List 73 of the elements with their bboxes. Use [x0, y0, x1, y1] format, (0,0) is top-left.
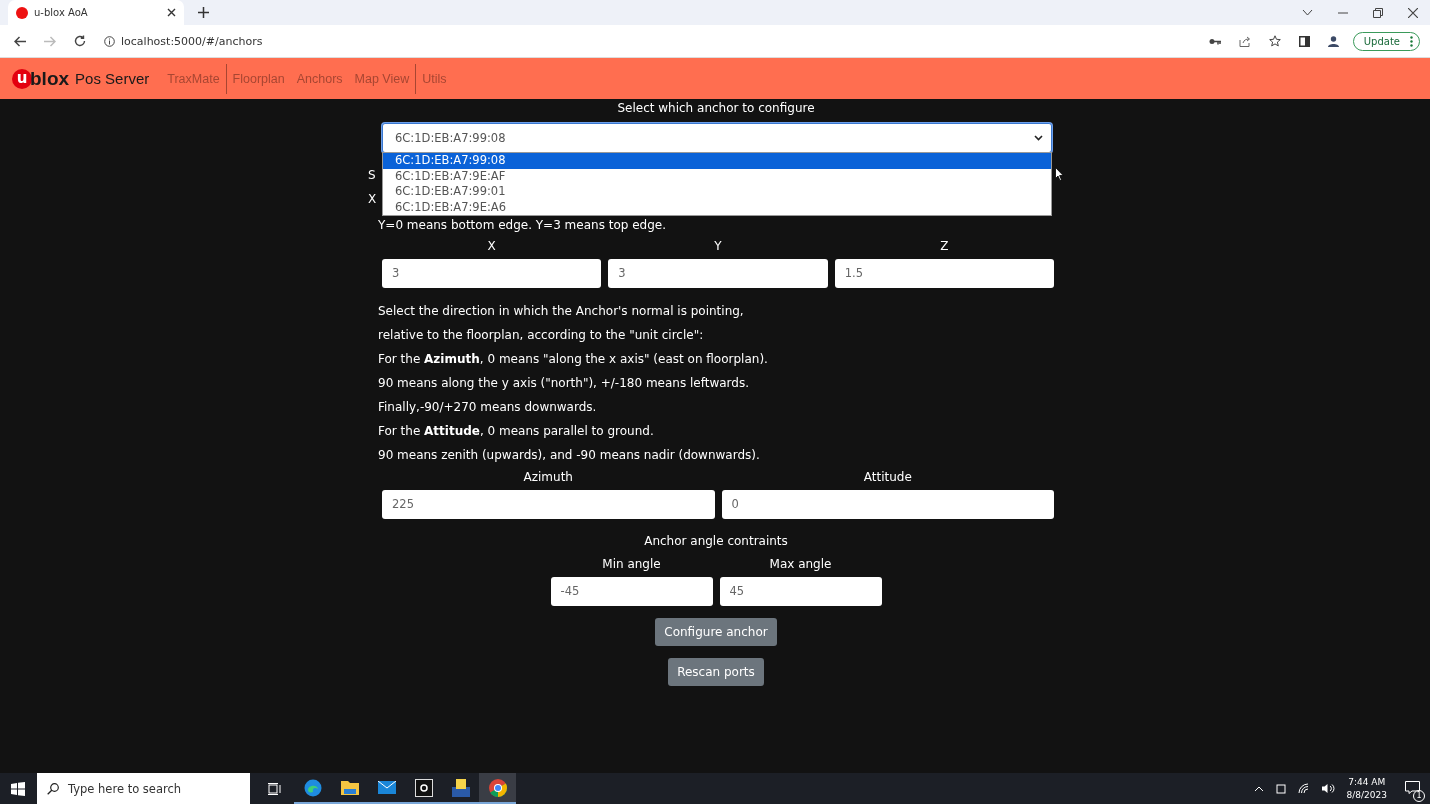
profile-icon[interactable] — [1327, 35, 1339, 47]
wifi-icon[interactable] — [1297, 783, 1310, 794]
rescan-button[interactable]: Rescan ports — [668, 658, 764, 686]
input-field[interactable]: 225 — [382, 490, 715, 519]
instruction-text: 90 means zenith (upwards), and -90 means nadir (downwards). — [378, 448, 760, 462]
dropdown-option[interactable]: 6C:1D:EB:A7:99:01 — [383, 184, 1051, 200]
key-icon[interactable] — [1208, 37, 1221, 45]
cursor-icon — [1055, 167, 1064, 181]
field-label: X — [486, 238, 497, 255]
chrome-icon[interactable] — [488, 778, 507, 797]
close-icon[interactable] — [167, 8, 176, 17]
back-icon[interactable] — [14, 35, 26, 47]
star-icon[interactable] — [1268, 35, 1281, 47]
app-icon[interactable] — [414, 778, 433, 797]
taskbar-search-field[interactable]: Type here to search — [37, 773, 250, 804]
field-label: Max angle — [768, 556, 833, 573]
dropdown-option[interactable]: 6C:1D:EB:A7:9E:A6 — [383, 199, 1051, 215]
chevron-down-icon[interactable] — [1302, 9, 1313, 16]
search-icon — [47, 782, 59, 795]
folder-icon[interactable] — [340, 780, 359, 795]
app-name: Pos Server — [75, 70, 150, 87]
browser-tab[interactable]: u-blox AoA — [8, 0, 184, 25]
logo-icon — [16, 6, 28, 19]
input-field[interactable]: 45 — [719, 577, 882, 606]
section-title: Anchor angle contraints — [644, 534, 788, 548]
instruction-text: relative to the floorplan, according to the "unit circle": — [378, 328, 704, 342]
instruction-text: Select the direction in which the Anchor's normal is pointing, — [378, 304, 744, 318]
windows-icon[interactable] — [11, 781, 25, 796]
instruction-text: For the Attitude, 0 means parallel to ground. — [378, 424, 654, 438]
restore-icon[interactable] — [1373, 7, 1383, 18]
configure-button[interactable]: Configure anchor — [655, 618, 777, 646]
task-view-icon[interactable] — [268, 782, 282, 795]
chevron-down-icon — [1034, 135, 1043, 141]
share-icon[interactable] — [1238, 35, 1251, 47]
field-label: Z — [939, 238, 950, 255]
mail-icon[interactable] — [377, 781, 396, 794]
side-panel-icon[interactable] — [1298, 35, 1310, 47]
input-field[interactable]: -45 — [550, 577, 713, 606]
instruction-text: Finally,-90/+270 means downwards. — [378, 400, 597, 414]
close-icon[interactable] — [1408, 7, 1418, 18]
chevron-up-icon[interactable] — [1253, 785, 1264, 792]
reload-icon[interactable] — [74, 35, 86, 47]
new-tab-icon[interactable] — [198, 7, 209, 18]
clock-date: 8/8/2023 — [1346, 788, 1387, 802]
instruction-text: S — [368, 168, 376, 182]
field-label: Y — [713, 238, 723, 255]
logo-mark: u — [12, 68, 32, 89]
update-button[interactable]: Update — [1352, 31, 1420, 51]
input-field[interactable]: 1.5 — [834, 259, 1054, 288]
info-icon[interactable] — [104, 35, 115, 47]
field-label: Min angle — [601, 556, 662, 573]
edge-icon[interactable] — [303, 778, 322, 797]
clock-time: 7:44 AM — [1348, 775, 1386, 789]
instruction-text: 90 means along the y axis ("north"), +/-180 means leftwards. — [378, 376, 749, 390]
input-field[interactable]: 3 — [608, 259, 828, 288]
speaker-icon[interactable] — [1321, 783, 1335, 794]
dropdown-option[interactable]: 6C:1D:EB:A7:9E:AF — [383, 168, 1051, 184]
field-label: Attitude — [862, 469, 913, 486]
app-icon[interactable] — [451, 778, 470, 797]
instruction-text: X — [368, 191, 377, 206]
instruction-text: For the Azimuth, 0 means "along the x axis" (east on floorplan). — [378, 352, 768, 366]
dropdown-option[interactable]: 6C:1D:EB:A7:99:08 — [383, 153, 1051, 169]
anchor-select[interactable]: 6C:1D:EB:A7:99:08 — [382, 123, 1052, 153]
input-field[interactable]: 3 — [382, 259, 602, 288]
more-icon[interactable] — [1410, 35, 1413, 47]
select-label: Select which anchor to configure — [616, 100, 816, 117]
input-field[interactable]: 0 — [721, 490, 1054, 519]
notification-badge: 1 — [1413, 790, 1425, 802]
logo-text: blox — [30, 67, 70, 90]
tab-title: u-blox AoA — [34, 7, 89, 18]
field-label: Azimuth — [522, 469, 574, 486]
instruction-text: Y=0 means bottom edge. Y=3 means top edge. — [378, 218, 666, 232]
address-field[interactable]: localhost:5000/#/anchors — [121, 34, 263, 48]
